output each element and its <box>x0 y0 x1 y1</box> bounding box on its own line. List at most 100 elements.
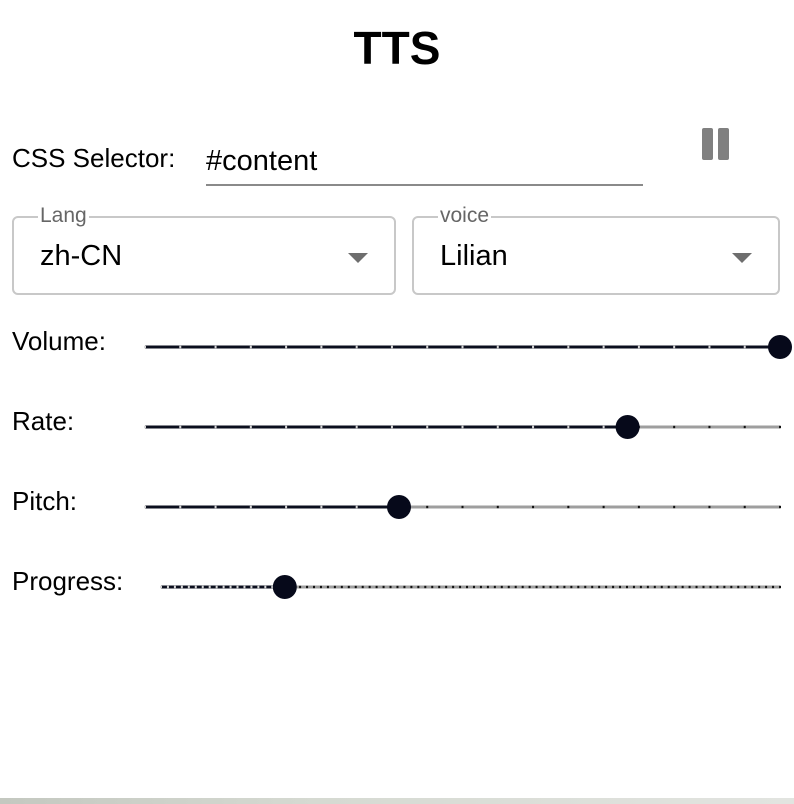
rate-slider[interactable] <box>0 415 794 439</box>
slider-tick-mark <box>646 585 649 589</box>
slider-tick-mark <box>249 505 252 509</box>
slider-tick-mark <box>605 585 608 589</box>
slider-tick-mark <box>496 345 499 349</box>
lang-select[interactable]: Lang zh-CN <box>12 204 396 295</box>
slider-tick-mark <box>709 585 712 589</box>
slider-tick-mark <box>758 585 761 589</box>
slider-tick-mark <box>673 345 676 349</box>
slider-tick-mark <box>438 585 441 589</box>
progress-slider[interactable] <box>0 575 794 599</box>
slider-tick-mark <box>285 345 288 349</box>
slider-tick-mark <box>214 425 217 429</box>
slider-tick-mark <box>688 585 691 589</box>
slider-tick-mark <box>249 425 252 429</box>
slider-tick-mark <box>765 585 768 589</box>
slider-thumb <box>768 335 792 359</box>
lang-select-label: Lang <box>38 204 89 228</box>
slider-tick-mark <box>249 345 252 349</box>
slider-tick-mark <box>695 585 698 589</box>
slider-tick-mark <box>751 585 754 589</box>
slider-tick-mark <box>426 505 429 509</box>
slider-thumb <box>387 495 411 519</box>
slider-tick-mark <box>625 585 628 589</box>
slider-tick-mark <box>461 345 464 349</box>
slider-thumb <box>272 575 297 599</box>
slider-tick-mark <box>285 425 288 429</box>
slider-tick-mark <box>461 425 464 429</box>
slider-tick-mark <box>653 585 656 589</box>
slider-tick-mark <box>215 585 218 589</box>
slider-tick-mark <box>403 585 406 589</box>
slider-tick-mark <box>264 585 267 589</box>
slider-tick-mark <box>179 505 182 509</box>
slider-tick-mark <box>681 585 684 589</box>
slider-tick-mark <box>426 425 429 429</box>
slider-tick-mark <box>532 425 535 429</box>
pitch-label: Pitch: <box>12 486 78 516</box>
slider-tick-mark <box>466 585 469 589</box>
slider-tick-mark <box>612 585 615 589</box>
slider-tick-mark <box>194 585 197 589</box>
slider-tick-mark <box>563 585 566 589</box>
lang-select-value: zh-CN <box>40 240 123 272</box>
slider-tick-mark <box>375 585 378 589</box>
pause-icon <box>700 128 732 162</box>
slider-tick-mark <box>319 585 322 589</box>
slider-tick-mark <box>299 585 302 589</box>
slider-tick-mark <box>355 505 358 509</box>
slider-tick-mark <box>737 585 740 589</box>
slider-tick-mark <box>496 425 499 429</box>
slider-tick-mark <box>532 505 535 509</box>
slider-tick-mark <box>602 505 605 509</box>
slider-tick-mark <box>320 425 323 429</box>
slider-tick-mark <box>166 585 169 589</box>
slider-tick-mark <box>674 585 677 589</box>
slider-tick-mark <box>285 505 288 509</box>
slider-tick-mark <box>160 585 162 589</box>
slider-tick-mark <box>549 585 552 589</box>
slider-tick-mark <box>779 585 781 589</box>
slider-tick-mark <box>257 585 260 589</box>
chevron-down-icon <box>732 253 752 263</box>
slider-tick-mark <box>528 585 531 589</box>
pause-button[interactable] <box>700 128 732 162</box>
slider-tick-mark <box>313 585 316 589</box>
slider-tick-mark <box>396 585 399 589</box>
css-selector-input[interactable] <box>206 138 643 186</box>
pitch-slider[interactable] <box>0 495 794 519</box>
voice-select[interactable]: voice Lilian <box>412 204 780 295</box>
slider-tick-mark <box>779 425 781 429</box>
slider-tick-mark <box>201 585 204 589</box>
slider-tick-mark <box>542 585 545 589</box>
slider-tick-mark <box>431 585 434 589</box>
slider-tick-mark <box>459 585 462 589</box>
slider-tick-mark <box>347 585 350 589</box>
volume-slider[interactable] <box>0 335 794 359</box>
slider-tick-mark <box>660 585 663 589</box>
slider-tick-mark <box>187 585 190 589</box>
slider-tick-mark <box>584 585 587 589</box>
slider-tick-mark <box>461 505 464 509</box>
slider-tick-mark <box>577 585 580 589</box>
slider-tick-mark <box>382 585 385 589</box>
slider-tick-mark <box>214 345 217 349</box>
slider-tick-mark <box>472 585 475 589</box>
bottom-edge <box>0 798 794 804</box>
slider-tick-mark <box>320 345 323 349</box>
slider-tick-mark <box>772 585 775 589</box>
slider-tick-mark <box>306 585 309 589</box>
slider-tick-mark <box>567 505 570 509</box>
slider-tick-mark <box>320 505 323 509</box>
slider-tick-mark <box>639 585 642 589</box>
css-selector-label: CSS Selector: <box>12 143 176 173</box>
slider-tick-mark <box>236 585 239 589</box>
slider-tick-mark <box>214 505 217 509</box>
slider-tick-mark <box>389 585 392 589</box>
slider-tick-mark <box>708 425 711 429</box>
slider-tick-mark <box>673 425 676 429</box>
slider-tick-mark <box>144 505 146 509</box>
slider-tick-mark <box>144 345 146 349</box>
slider-thumb <box>615 415 640 439</box>
slider-tick-mark <box>708 505 711 509</box>
slider-tick-mark <box>368 585 371 589</box>
